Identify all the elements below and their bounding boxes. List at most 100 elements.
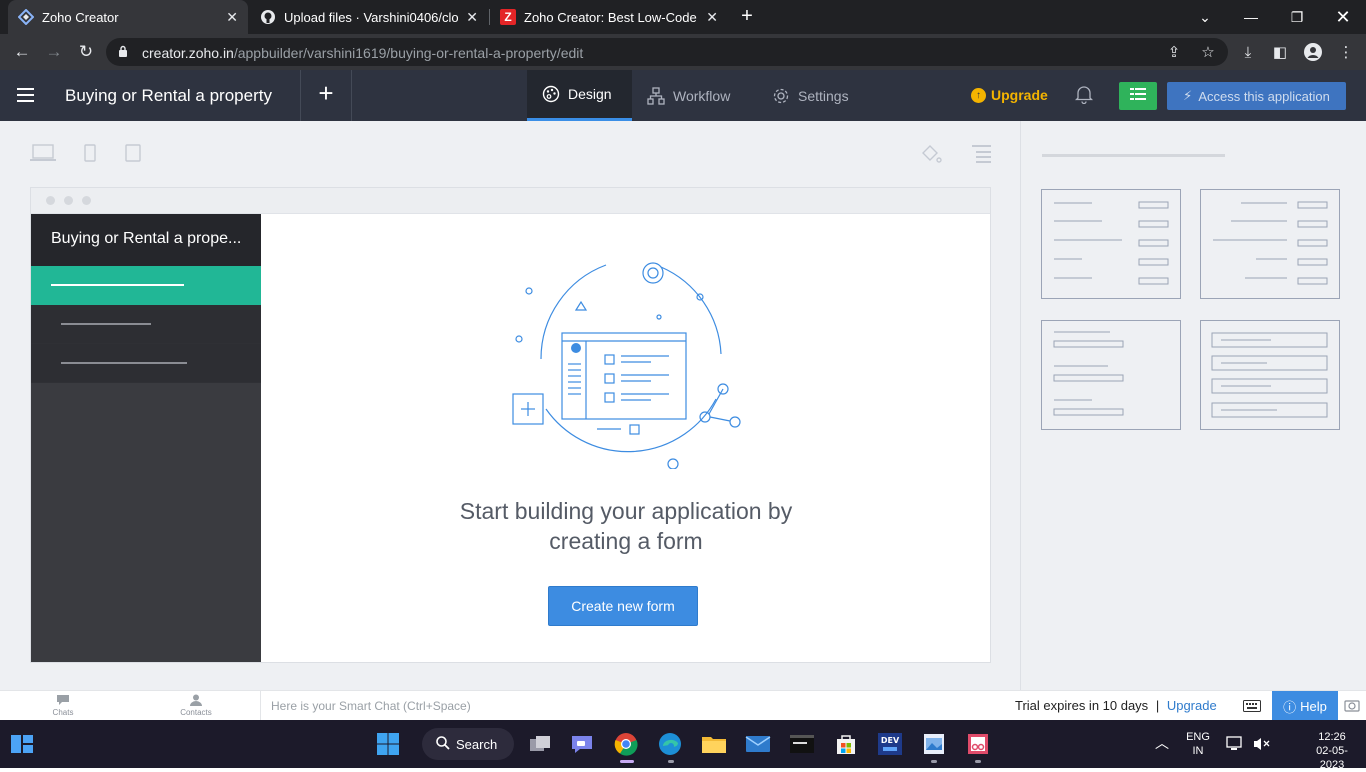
speaker-muted-icon[interactable] <box>1252 736 1270 756</box>
chats-button[interactable]: Chats <box>43 694 83 717</box>
tab-workflow[interactable]: Workflow <box>632 70 745 121</box>
sidebar-placeholder-item-active[interactable] <box>31 266 261 305</box>
mysql-terminal-icon[interactable] <box>788 730 816 758</box>
camera-icon[interactable] <box>1344 698 1360 717</box>
snipping-tool-icon[interactable] <box>964 730 992 758</box>
mobile-view-icon[interactable] <box>125 144 141 167</box>
smart-chat-bar: Chats Contacts Here is your Smart Chat (… <box>0 690 1366 721</box>
teams-chat-icon[interactable] <box>568 730 596 758</box>
app-indicator <box>931 760 937 763</box>
access-label: Access this application <box>1198 88 1330 104</box>
github-icon <box>260 9 276 25</box>
design-canvas: Buying or Rental a prope... Start buildi… <box>0 121 1020 690</box>
app-indicator <box>668 760 674 763</box>
profile-icon[interactable] <box>1303 42 1323 62</box>
contacts-button[interactable]: Contacts <box>176 694 216 717</box>
sidebar-placeholder-item[interactable] <box>31 344 261 383</box>
chrome-icon[interactable] <box>612 730 640 758</box>
task-view-icon[interactable] <box>526 730 554 758</box>
layout-template-panel <box>1020 121 1366 690</box>
chatbar-divider <box>260 691 261 721</box>
app-menu-list-button[interactable] <box>1119 82 1157 110</box>
close-tab-icon[interactable]: ✕ <box>466 9 478 26</box>
search-label: Search <box>456 736 498 752</box>
address-bar[interactable]: creator.zoho.in/appbuilder/varshini1619/… <box>106 38 1228 66</box>
browser-tab-github[interactable]: Upload files · Varshini0406/cloud ✕ <box>250 0 488 34</box>
restore-button[interactable]: ❐ <box>1274 0 1320 34</box>
add-component-button[interactable]: + <box>314 80 338 108</box>
layout-template-2[interactable] <box>1200 189 1340 299</box>
reload-icon[interactable]: ↻ <box>74 40 98 64</box>
tab-label: Settings <box>798 87 849 104</box>
keyboard-icon[interactable] <box>1243 699 1261 717</box>
close-tab-icon[interactable]: ✕ <box>706 9 718 26</box>
menu-settings-icon[interactable] <box>970 144 992 169</box>
tab-settings[interactable]: Settings <box>757 70 864 121</box>
share-icon[interactable]: ⇪ <box>1164 42 1184 62</box>
download-icon[interactable]: ⤓ <box>1238 42 1258 62</box>
bookmark-star-icon[interactable]: ☆ <box>1198 42 1218 62</box>
arrow-up-icon: ↑ <box>971 87 986 103</box>
tray-chevron-up-icon[interactable]: ︿ <box>1155 736 1169 750</box>
side-panel-icon[interactable]: ◧ <box>1270 42 1290 62</box>
close-window-button[interactable]: ✕ <box>1320 0 1366 34</box>
help-button[interactable]: ⓘ Help <box>1272 691 1338 721</box>
browser-tab-zoho-creator[interactable]: Zoho Creator ✕ <box>8 0 248 34</box>
window-dot <box>46 196 55 205</box>
contacts-label: Contacts <box>180 708 212 717</box>
preview-app-name: Buying or Rental a prope... <box>31 214 261 266</box>
browser-toolbar: ← → ↻ creator.zoho.in/appbuilder/varshin… <box>0 34 1366 70</box>
file-explorer-icon[interactable] <box>700 730 728 758</box>
theme-paint-icon[interactable] <box>920 144 942 169</box>
microsoft-store-icon[interactable] <box>832 730 860 758</box>
back-arrow-icon[interactable]: ← <box>10 40 34 64</box>
close-tab-icon[interactable]: ✕ <box>226 9 238 26</box>
widgets-icon[interactable] <box>8 730 36 758</box>
tab-title: Zoho Creator <box>42 9 119 25</box>
language-indicator[interactable]: ENG IN <box>1180 730 1216 758</box>
url-text: creator.zoho.in/appbuilder/varshini1619/… <box>142 45 584 61</box>
preview-main: Start building your application by creat… <box>261 214 990 662</box>
header-divider <box>351 70 352 121</box>
tab-search-icon[interactable]: ⌄ <box>1182 0 1228 34</box>
system-clock[interactable]: 12:26 02-05-2023 <box>1308 730 1356 772</box>
forward-arrow-icon[interactable]: → <box>42 40 66 64</box>
mail-icon[interactable] <box>744 730 772 758</box>
edge-icon[interactable] <box>656 730 684 758</box>
chats-label: Chats <box>52 708 74 717</box>
preview-sidebar: Buying or Rental a prope... <box>31 214 261 662</box>
layout-template-1[interactable] <box>1041 189 1181 299</box>
tab-title: Zoho Creator: Best Low-Code Cu <box>524 9 699 25</box>
minimize-button[interactable]: — <box>1228 0 1274 34</box>
desktop-view-icon[interactable] <box>30 144 56 167</box>
tab-design[interactable]: Design <box>527 70 632 121</box>
app-title: Buying or Rental a property <box>65 86 272 105</box>
zoho-creator-icon <box>18 9 34 25</box>
svg-text:DEV: DEV <box>881 736 900 745</box>
contact-person-icon <box>176 694 216 708</box>
dev-home-icon[interactable]: DEV <box>876 730 904 758</box>
access-application-button[interactable]: ⚡ Access this application <box>1167 82 1346 110</box>
hamburger-menu-icon[interactable] <box>17 88 34 102</box>
smart-chat-input[interactable]: Here is your Smart Chat (Ctrl+Space) <box>271 699 471 713</box>
layout-template-3[interactable] <box>1041 320 1181 430</box>
create-new-form-button[interactable]: Create new form <box>548 586 698 626</box>
gear-icon <box>772 87 790 105</box>
network-icon[interactable] <box>1226 736 1244 756</box>
photos-app-icon[interactable] <box>920 730 948 758</box>
trial-upgrade-link[interactable]: Upgrade <box>1167 698 1217 713</box>
upgrade-button[interactable]: ↑ Upgrade <box>971 87 1048 103</box>
taskbar-search[interactable]: Search <box>422 728 514 760</box>
empty-state-message: Start building your application by creat… <box>261 496 991 556</box>
chrome-menu-icon[interactable]: ⋮ <box>1336 42 1356 62</box>
lang-code: ENG <box>1186 731 1210 743</box>
new-tab-button[interactable]: + <box>736 6 758 28</box>
sidebar-placeholder-item[interactable] <box>31 305 261 344</box>
lang-region: IN <box>1192 745 1204 757</box>
tablet-view-icon[interactable] <box>84 144 96 167</box>
panel-heading-placeholder <box>1042 154 1225 157</box>
browser-tab-zoho-site[interactable]: Z Zoho Creator: Best Low-Code Cu ✕ <box>490 0 728 34</box>
bell-icon[interactable] <box>1074 84 1094 109</box>
windows-start-icon[interactable] <box>374 730 402 758</box>
layout-template-4[interactable] <box>1200 320 1340 430</box>
